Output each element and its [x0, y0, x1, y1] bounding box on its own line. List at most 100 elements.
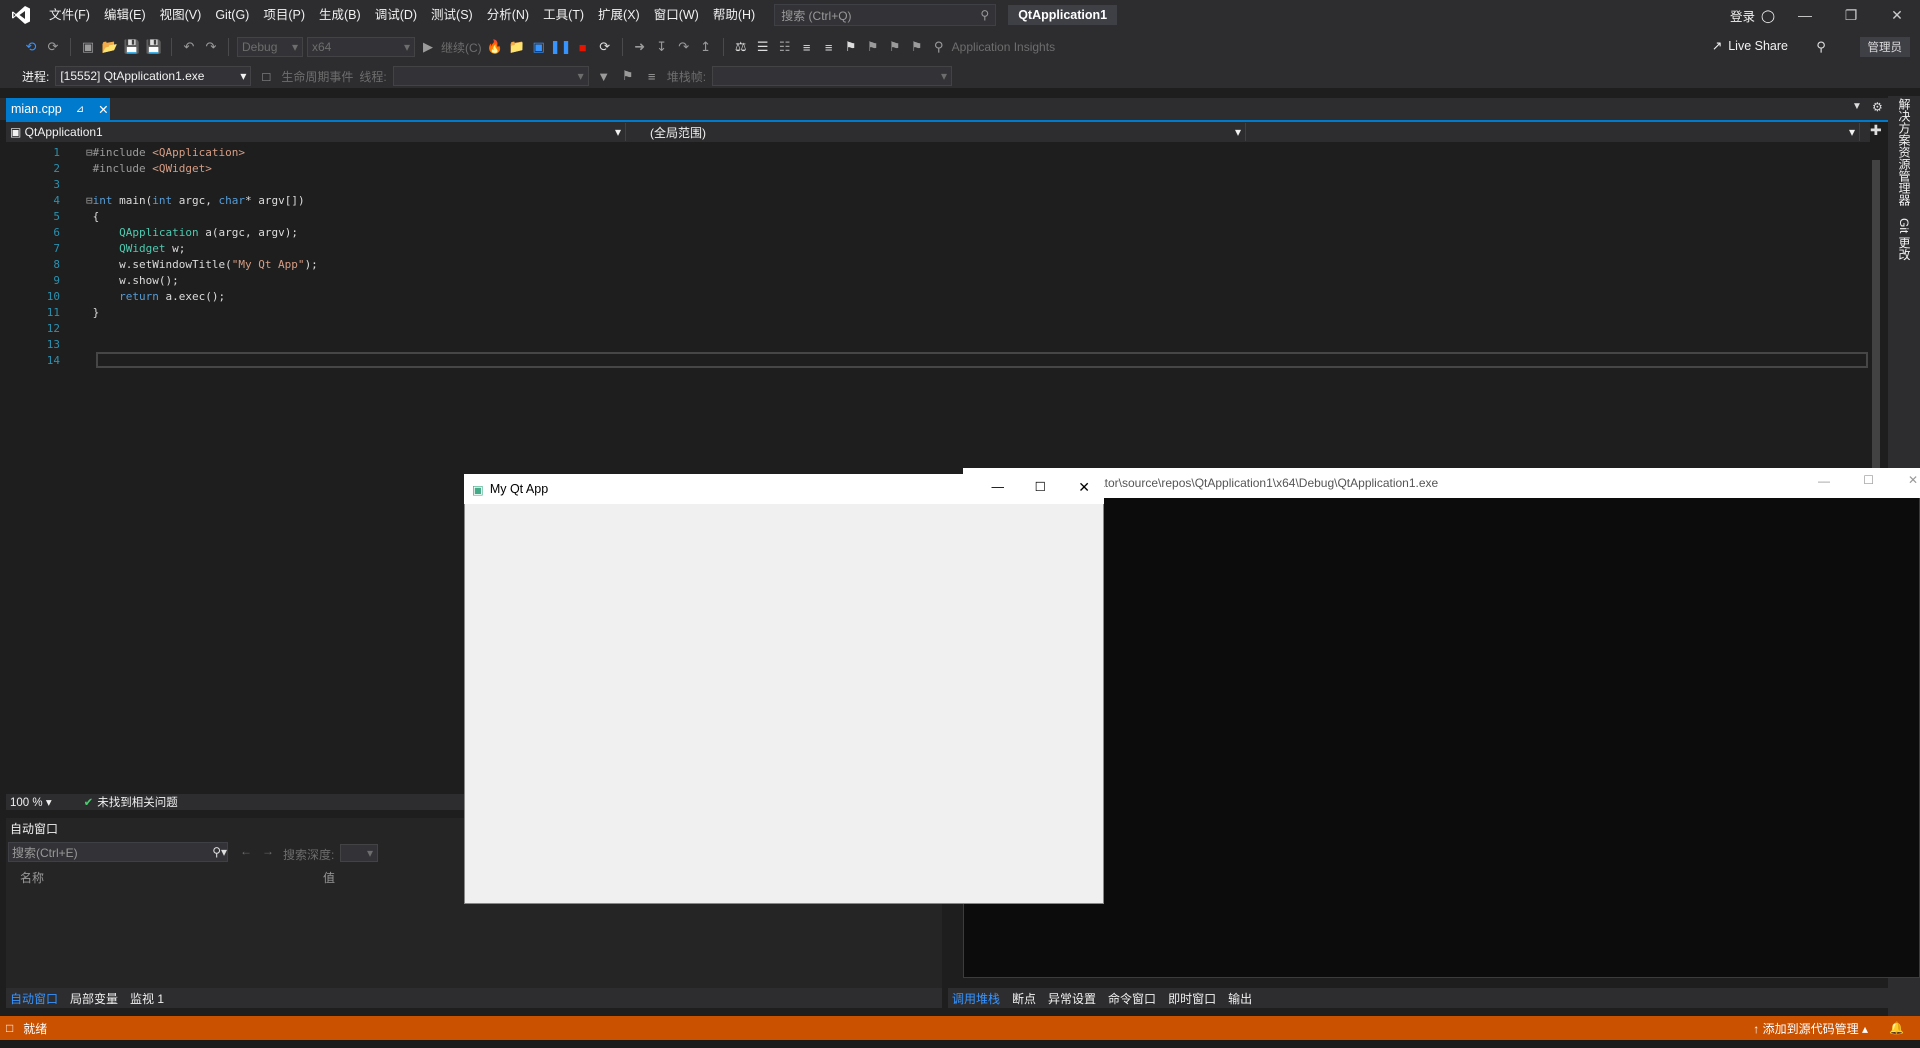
process-select[interactable]: [15552] QtApplication1.exe ▾: [55, 66, 252, 86]
tab-exception-settings[interactable]: 异常设置: [1048, 990, 1096, 1007]
qt-close-button[interactable]: ✕: [1078, 479, 1090, 496]
comment-icon[interactable]: ≡: [798, 38, 816, 56]
menu-git[interactable]: Git(G): [208, 0, 256, 30]
pause-icon[interactable]: ❚❚: [550, 38, 572, 56]
menu-extensions[interactable]: 扩展(X): [591, 0, 647, 30]
arrow-up-icon: ↑: [1753, 1021, 1760, 1036]
git-changes-tab[interactable]: Git 更改: [1896, 218, 1913, 261]
search-icon[interactable]: ⚲▾: [212, 845, 227, 859]
feedback-icon[interactable]: ⚲: [1812, 38, 1830, 56]
continue-icon[interactable]: ▶: [419, 38, 437, 56]
menu-project[interactable]: 项目(P): [256, 0, 312, 30]
restore-button[interactable]: ❐: [1828, 0, 1874, 30]
diagnostics-icon[interactable]: ⚖: [732, 38, 750, 56]
open-folder-icon[interactable]: 📂: [101, 38, 119, 56]
step-into-icon[interactable]: ↧: [653, 38, 671, 56]
console-window[interactable]: [963, 468, 1920, 978]
menu-test[interactable]: 测试(S): [424, 0, 480, 30]
show-next-statement-icon[interactable]: ➜: [631, 38, 649, 56]
solution-explorer-tab[interactable]: 解决方案资源管理器: [1896, 98, 1913, 206]
tab-mian-cpp[interactable]: mian.cpp ⊿ ✕: [6, 98, 110, 120]
next-bookmark-icon[interactable]: ⚑: [886, 38, 904, 56]
menu-view[interactable]: 视图(V): [153, 0, 209, 30]
menu-help[interactable]: 帮助(H): [706, 0, 762, 30]
filter-icon[interactable]: ▼: [595, 67, 613, 85]
platform-select[interactable]: x64 ▾: [307, 37, 415, 57]
close-button[interactable]: ✕: [1874, 0, 1920, 30]
folder-icon[interactable]: 📁: [508, 38, 526, 56]
menu-analyze[interactable]: 分析(N): [480, 0, 536, 30]
flag-filter-icon[interactable]: ⚑: [619, 67, 637, 85]
autos-search-input[interactable]: 搜索(Ctrl+E) ⚲▾: [8, 842, 228, 862]
step-filter-icon[interactable]: ☰: [754, 38, 772, 56]
tab-close-icon[interactable]: ✕: [98, 102, 108, 117]
global-search-input[interactable]: 搜索 (Ctrl+Q) ⚲: [774, 4, 997, 26]
menu-window[interactable]: 窗口(W): [647, 0, 706, 30]
undo-icon[interactable]: ↶: [180, 38, 198, 56]
zoom-select[interactable]: 100 % ▾: [10, 795, 52, 809]
code-line: ⊟#include <QApplication>: [86, 146, 245, 159]
restart-icon[interactable]: ⟳: [596, 38, 614, 56]
menu-edit[interactable]: 编辑(E): [97, 0, 153, 30]
prev-bookmark-icon[interactable]: ⚑: [864, 38, 882, 56]
console-minimize-button[interactable]: —: [1818, 474, 1830, 488]
save-all-icon[interactable]: 💾: [145, 38, 163, 56]
tab-locals[interactable]: 局部变量: [70, 990, 118, 1007]
thread-select[interactable]: ▾: [392, 66, 589, 86]
uncomment-icon[interactable]: ≡: [820, 38, 838, 56]
new-project-icon[interactable]: ▣: [79, 38, 97, 56]
column-value[interactable]: 值: [323, 869, 335, 886]
member-select[interactable]: ▾: [1246, 123, 1860, 141]
gear-icon[interactable]: ⚙: [1872, 100, 1883, 114]
app-insights-button[interactable]: Application Insights: [952, 40, 1055, 54]
forward-icon[interactable]: ⟳: [44, 38, 62, 56]
tab-command-window[interactable]: 命令窗口: [1108, 990, 1156, 1007]
console-maximize-button[interactable]: ☐: [1863, 473, 1874, 487]
fold-stack-icon[interactable]: ≡: [643, 67, 661, 85]
add-source-control-button[interactable]: ↑ 添加到源代码管理 ▴: [1753, 1020, 1868, 1037]
hot-reload-icon[interactable]: 🔥: [486, 38, 504, 56]
console-close-button[interactable]: ✕: [1908, 473, 1918, 487]
tab-output[interactable]: 输出: [1228, 990, 1252, 1007]
back-icon[interactable]: ⟲: [22, 38, 40, 56]
tab-autos[interactable]: 自动窗口: [10, 990, 58, 1007]
redo-icon[interactable]: ↷: [202, 38, 220, 56]
bookmark-icon[interactable]: ⚑: [842, 38, 860, 56]
threads-icon[interactable]: ☷: [776, 38, 794, 56]
split-editor-icon[interactable]: ✚: [1870, 122, 1882, 139]
tab-call-stack[interactable]: 调用堆栈: [952, 990, 1000, 1007]
live-share-button[interactable]: ↗ Live Share: [1712, 38, 1788, 54]
login-button[interactable]: 登录 ◯: [1730, 0, 1775, 30]
screenshot-icon[interactable]: ▣: [530, 38, 548, 56]
tab-overflow-icon[interactable]: ▼: [1852, 101, 1862, 112]
lifecycle-events-button[interactable]: 生命周期事件: [281, 68, 353, 85]
back-arrow-icon[interactable]: ←: [240, 844, 252, 858]
column-name[interactable]: 名称: [20, 869, 44, 886]
qt-maximize-button[interactable]: ☐: [1035, 479, 1046, 494]
stop-icon[interactable]: ■: [574, 38, 592, 56]
search-depth-select[interactable]: ▾: [340, 844, 378, 862]
pin-icon[interactable]: ⊿: [76, 104, 84, 115]
issues-status[interactable]: 未找到相关问题: [97, 794, 178, 810]
menu-build[interactable]: 生成(B): [312, 0, 368, 30]
step-out-icon[interactable]: ↥: [697, 38, 715, 56]
qt-minimize-button[interactable]: —: [992, 480, 1005, 494]
forward-arrow-icon[interactable]: →: [262, 844, 274, 858]
tab-immediate-window[interactable]: 即时窗口: [1168, 990, 1216, 1007]
notification-bell-icon[interactable]: 🔔: [1889, 1021, 1904, 1035]
tab-breakpoints[interactable]: 断点: [1012, 990, 1036, 1007]
stack-frame-select[interactable]: ▾: [712, 66, 953, 86]
scope-select[interactable]: (全局范围) ▾: [626, 123, 1246, 141]
save-icon[interactable]: 💾: [123, 38, 141, 56]
project-scope-select[interactable]: ▣ QtApplication1 ▾: [6, 123, 626, 141]
qt-app-window[interactable]: [464, 474, 1104, 904]
continue-button[interactable]: 继续(C): [441, 39, 482, 56]
menu-tools[interactable]: 工具(T): [536, 0, 591, 30]
step-over-icon[interactable]: ↷: [675, 38, 693, 56]
minimize-button[interactable]: —: [1782, 0, 1828, 30]
solution-config-select[interactable]: Debug ▾: [237, 37, 303, 57]
tab-watch-1[interactable]: 监视 1: [130, 990, 164, 1007]
menu-file[interactable]: 文件(F): [42, 0, 97, 30]
menu-debug[interactable]: 调试(D): [368, 0, 424, 30]
clear-bookmarks-icon[interactable]: ⚑: [908, 38, 926, 56]
